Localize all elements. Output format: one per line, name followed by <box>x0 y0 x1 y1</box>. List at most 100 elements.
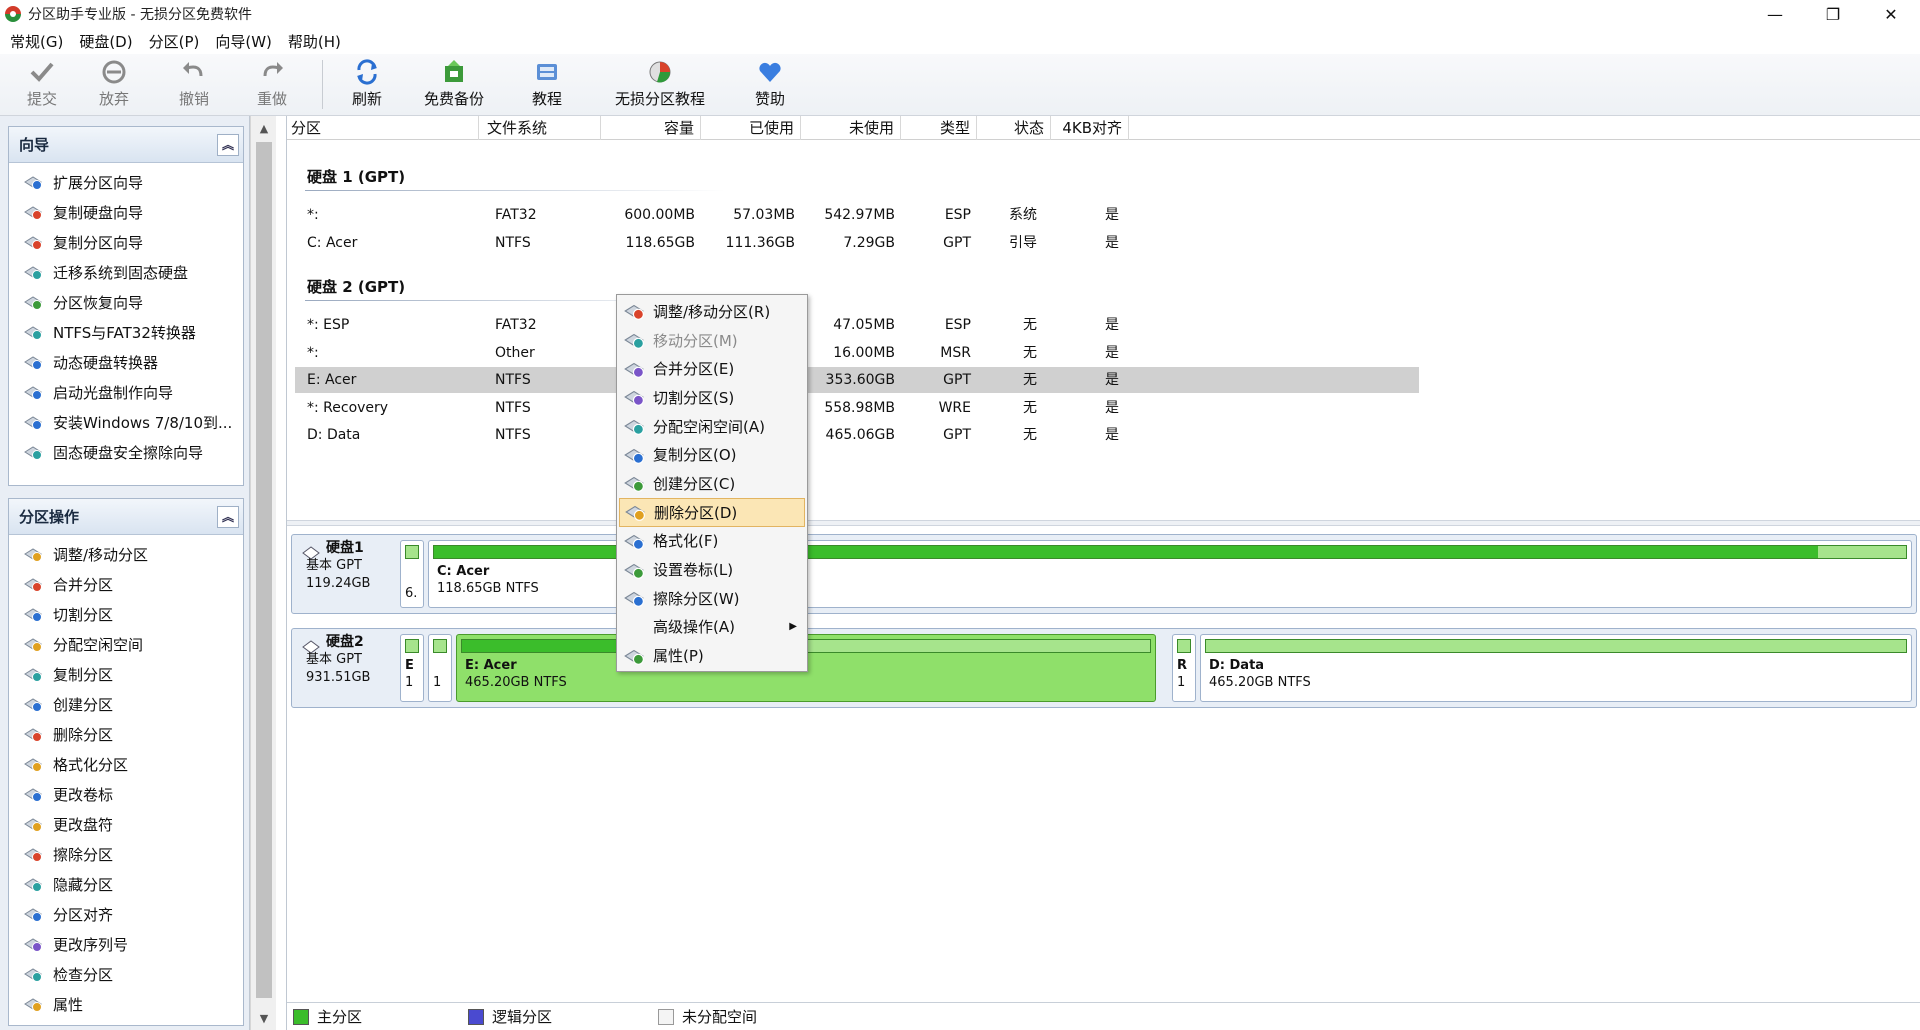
wizard-item[interactable]: 动态硬盘转换器 <box>9 347 243 377</box>
table-row[interactable]: E: Acer NTFS 353.60GB GPT 无 是 <box>295 367 1419 393</box>
item-icon <box>24 296 42 310</box>
operation-item[interactable]: 擦除分区 <box>9 839 243 869</box>
operation-item[interactable]: 属性 <box>9 989 243 1019</box>
discard-button[interactable]: 放弃 <box>74 54 154 115</box>
context-menu-item[interactable]: 移动分区(M) <box>619 326 805 355</box>
disk1-kind: 基本 GPT <box>306 558 362 573</box>
context-menu-item[interactable]: 合并分区(E) <box>619 354 805 383</box>
operation-item[interactable]: 更改序列号 <box>9 929 243 959</box>
operation-item[interactable]: 隐藏分区 <box>9 869 243 899</box>
disk1-map[interactable]: 硬盘1 基本 GPT 119.24GB 6. C: Acer 118.65GB … <box>291 534 1917 614</box>
disk2-partition-esp[interactable]: E 1 <box>400 634 424 702</box>
close-button[interactable]: ✕ <box>1862 0 1920 28</box>
refresh-button[interactable]: 刷新 <box>335 54 399 115</box>
undo-button[interactable]: 撤销 <box>154 54 234 115</box>
col-free[interactable]: 未使用 <box>801 116 901 140</box>
scroll-down-arrow[interactable]: ▼ <box>251 1006 277 1030</box>
backup-button[interactable]: 免费备份 <box>399 54 509 115</box>
tutorial-button[interactable]: 教程 <box>509 54 585 115</box>
context-menu-item[interactable]: 分配空闲空间(A) <box>619 412 805 441</box>
context-menu-item[interactable]: 创建分区(C) <box>619 469 805 498</box>
menu-partition[interactable]: 分区(P) <box>145 31 212 52</box>
disk2-size: 931.51GB <box>306 670 371 685</box>
col-partition[interactable]: 分区 <box>291 116 479 140</box>
wizard-item[interactable]: 分区恢复向导 <box>9 287 243 317</box>
disk2-partition-msr[interactable]: 1 <box>428 634 452 702</box>
scroll-thumb[interactable] <box>256 142 272 998</box>
table-row[interactable]: *: FAT32 600.00MB 57.03MB 542.97MB ESP 系统 是 <box>295 202 1419 228</box>
collapse-button[interactable]: ︽ <box>217 505 239 528</box>
commit-button[interactable]: 提交 <box>10 54 74 115</box>
col-status[interactable]: 状态 <box>977 116 1051 140</box>
operation-item[interactable]: 更改卷标 <box>9 779 243 809</box>
context-menu-item[interactable]: 设置卷标(L) <box>619 555 805 584</box>
menu-general[interactable]: 常规(G) <box>6 31 75 52</box>
collapse-button[interactable]: ︽ <box>217 133 239 156</box>
wizard-item[interactable]: 固态硬盘安全擦除向导 <box>9 437 243 467</box>
operation-item[interactable]: 删除分区 <box>9 719 243 749</box>
redo-button[interactable]: 重做 <box>234 54 310 115</box>
context-menu-item[interactable]: 复制分区(O) <box>619 440 805 469</box>
wizard-item[interactable]: 安装Windows 7/8/10到... <box>9 407 243 437</box>
move-icon <box>624 333 644 349</box>
panel-splitter[interactable] <box>287 520 1920 526</box>
wizard-item[interactable]: NTFS与FAT32转换器 <box>9 317 243 347</box>
partition-label: R 1 <box>1177 657 1187 691</box>
table-row[interactable]: *: Recovery NTFS 558.98MB WRE 无 是 <box>295 395 1419 421</box>
left-scrollbar[interactable]: ▲ ▼ <box>250 116 276 1030</box>
wizard-item[interactable]: 复制硬盘向导 <box>9 197 243 227</box>
wizard-item[interactable]: 迁移系统到固态硬盘 <box>9 257 243 287</box>
context-menu-item[interactable]: 擦除分区(W) <box>619 584 805 613</box>
table-row[interactable]: C: Acer NTFS 118.65GB 111.36GB 7.29GB GPT 引导 是 <box>295 230 1419 256</box>
operation-item[interactable]: 切割分区 <box>9 599 243 629</box>
operation-item[interactable]: 分配空闲空间 <box>9 629 243 659</box>
operation-item[interactable]: 分区对齐 <box>9 899 243 929</box>
table-row[interactable]: *: ESP FAT32 47.05MB ESP 无 是 <box>295 312 1419 338</box>
col-capacity[interactable]: 容量 <box>601 116 701 140</box>
operation-item[interactable]: 更改盘符 <box>9 809 243 839</box>
cell-type: GPT <box>943 427 971 443</box>
donate-button[interactable]: 赞助 <box>735 54 805 115</box>
operation-item[interactable]: 创建分区 <box>9 689 243 719</box>
table-row[interactable]: D: Data NTFS 465.06GB GPT 无 是 <box>295 422 1419 448</box>
context-menu-item[interactable]: 属性(P) <box>619 641 805 670</box>
disk2-map[interactable]: 硬盘2 基本 GPT 931.51GB E 1 1 E: Acer 465.20… <box>291 628 1917 708</box>
wizard-item[interactable]: 扩展分区向导 <box>9 167 243 197</box>
col-used[interactable]: 已使用 <box>701 116 801 140</box>
disk2-partition-recovery[interactable]: R 1 <box>1172 634 1196 702</box>
operation-item[interactable]: 调整/移动分区 <box>9 539 243 569</box>
menu-disk[interactable]: 硬盘(D) <box>75 31 144 52</box>
maximize-button[interactable]: ❐ <box>1804 0 1862 28</box>
col-filesystem[interactable]: 文件系统 <box>479 116 601 140</box>
disk2-partition-d[interactable]: D: Data 465.20GB NTFS <box>1200 634 1912 702</box>
partition-name: D: Data <box>1209 658 1265 673</box>
context-menu-item[interactable]: 切割分区(S) <box>619 383 805 412</box>
operation-item[interactable]: 格式化分区 <box>9 749 243 779</box>
operation-item[interactable]: 检查分区 <box>9 959 243 989</box>
col-type[interactable]: 类型 <box>901 116 977 140</box>
operation-item[interactable]: 合并分区 <box>9 569 243 599</box>
scroll-up-arrow[interactable]: ▲ <box>251 116 277 140</box>
cell-fs: NTFS <box>495 427 531 443</box>
menu-help[interactable]: 帮助(H) <box>284 31 353 52</box>
item-label: 迁移系统到固态硬盘 <box>53 263 189 282</box>
table-row[interactable]: *: Other 16.00MB MSR 无 是 <box>295 340 1419 366</box>
cell-used: 111.36GB <box>725 234 795 251</box>
minimize-button[interactable]: — <box>1746 0 1804 28</box>
title-bar: 分区助手专业版 - 无损分区免费软件 — ❐ ✕ <box>0 0 1920 28</box>
item-label: 隐藏分区 <box>53 875 114 894</box>
main-area: 分区 文件系统 容量 已使用 未使用 类型 状态 4KB对齐 硬盘 1 (GPT… <box>286 116 1920 1030</box>
partition-name: E: Acer <box>465 658 517 673</box>
menu-wizard[interactable]: 向导(W) <box>211 31 284 52</box>
disk1-partition-esp[interactable]: 6. <box>400 540 424 608</box>
context-menu-item[interactable]: 调整/移动分区(R) <box>619 297 805 326</box>
lossless-tutorial-button[interactable]: 无损分区教程 <box>585 54 735 115</box>
col-4k-align[interactable]: 4KB对齐 <box>1051 116 1129 140</box>
context-menu-item[interactable]: 删除分区(D) <box>619 497 805 527</box>
item-icon <box>24 698 42 712</box>
context-menu-item[interactable]: 格式化(F) <box>619 527 805 556</box>
context-menu-item[interactable]: 高级操作(A) ▶ <box>619 613 805 642</box>
operation-item[interactable]: 复制分区 <box>9 659 243 689</box>
wizard-item[interactable]: 启动光盘制作向导 <box>9 377 243 407</box>
wizard-item[interactable]: 复制分区向导 <box>9 227 243 257</box>
